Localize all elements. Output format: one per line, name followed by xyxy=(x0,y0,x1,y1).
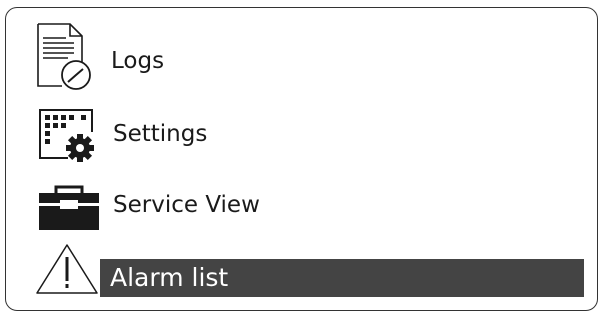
menu-item-settings[interactable]: Settings xyxy=(0,90,593,162)
menu-item-alarm-list[interactable]: Alarm list xyxy=(0,236,593,300)
menu-item-alarm-list-label: Alarm list xyxy=(110,263,229,292)
settings-gear-icon xyxy=(39,109,94,162)
menu-item-logs[interactable]: Logs xyxy=(0,16,593,90)
menu-item-service-view[interactable]: Service View xyxy=(0,165,593,235)
logs-clock-icon xyxy=(37,23,91,90)
menu-item-logs-label: Logs xyxy=(111,48,165,74)
menu-item-settings-label: Settings xyxy=(113,121,208,147)
toolbox-icon xyxy=(39,185,99,230)
warning-icon xyxy=(36,244,98,294)
menu-item-service-view-label: Service View xyxy=(113,192,260,218)
